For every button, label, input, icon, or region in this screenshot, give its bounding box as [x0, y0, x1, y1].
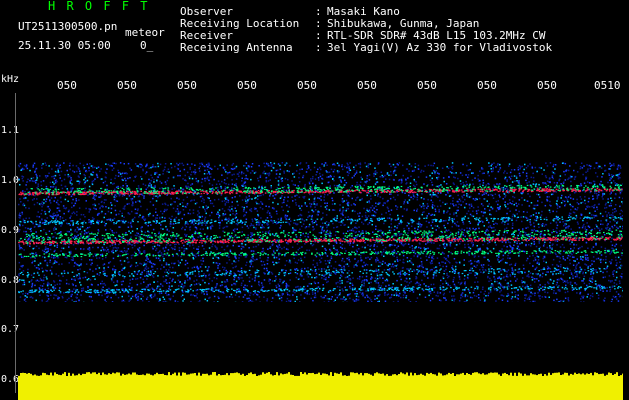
file-name: UT2511300500.pn: [18, 20, 118, 33]
app-title: H R O F F T: [48, 0, 150, 13]
time-tick: 050: [477, 79, 497, 92]
time-tick: 050: [297, 79, 317, 92]
time-tick: 050: [57, 79, 77, 92]
freq-tick: 0.6: [1, 374, 20, 385]
axis-line: [15, 93, 16, 393]
mode-label: meteor: [125, 26, 165, 39]
hrofft-screen: H R O F F T UT2511300500.pn meteor 25.11…: [0, 0, 629, 400]
time-tick: 0510: [594, 79, 621, 92]
antenna-label: Receiving Antenna: [180, 41, 293, 54]
freq-tick: 1.0: [1, 175, 20, 186]
time-tick: 050: [237, 79, 257, 92]
spectrogram-image: [18, 162, 623, 302]
antenna-sep: :: [315, 41, 322, 54]
time-tick: 050: [417, 79, 437, 92]
antenna-value: 3el Yagi(V) Az 330 for Vladivostok: [327, 41, 553, 54]
count-value: 0_: [140, 39, 154, 52]
frequency-unit: kHz: [1, 74, 20, 85]
time-tick: 050: [357, 79, 377, 92]
power-bar: [18, 376, 623, 400]
time-tick: 050: [117, 79, 137, 92]
freq-tick: 0.9: [1, 225, 20, 236]
time-tick: 050: [537, 79, 557, 92]
capture-datetime: 25.11.30 05:00: [18, 39, 111, 52]
freq-tick: 0.7: [1, 324, 20, 335]
spectrogram-svg: [18, 162, 623, 302]
time-tick: 050: [177, 79, 197, 92]
freq-tick: 1.1: [1, 125, 20, 136]
freq-tick: 0.8: [1, 275, 20, 286]
